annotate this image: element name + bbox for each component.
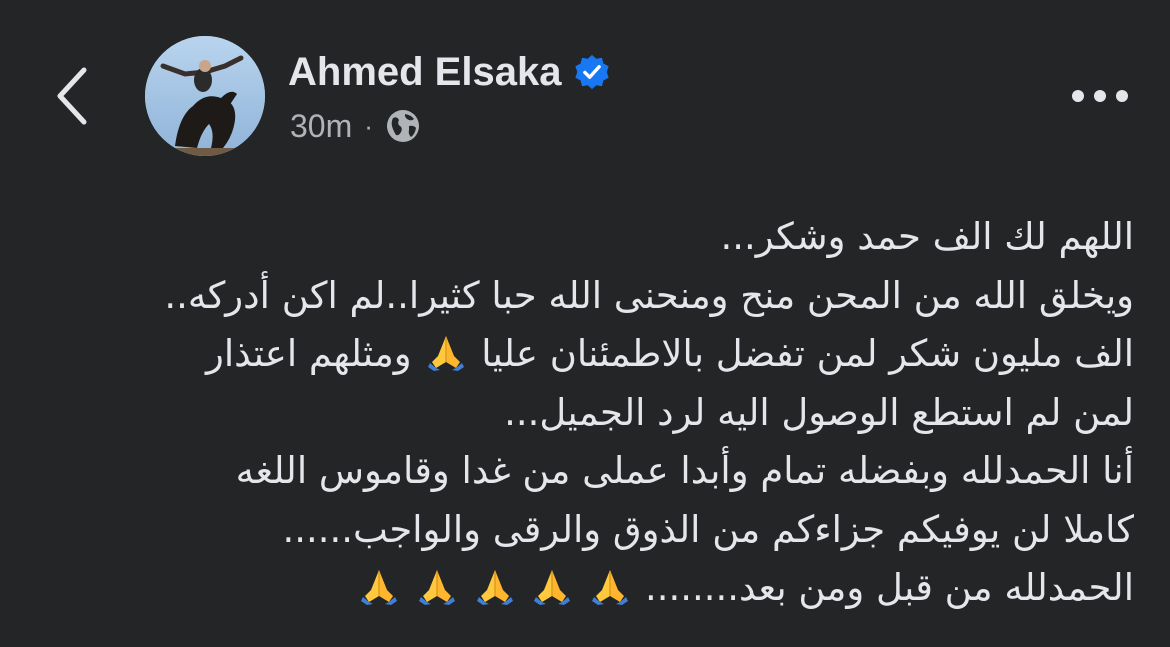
folded-hands-emoji	[356, 566, 402, 609]
post-text: اللهم لك الف حمد وشكر... ويخلق الله من ا…	[40, 208, 1134, 618]
post-line: لمن لم استطع الوصول اليه لرد الجميل...	[40, 384, 1134, 443]
globe-icon[interactable]	[385, 108, 421, 144]
post-line-text: أنا الحمدلله وبفضله تمام وأبدا عملى من غ…	[235, 449, 1134, 492]
post-line: الف مليون شكر لمن تفضل بالاطمئنان عليا و…	[40, 325, 1134, 384]
more-options-button[interactable]	[1060, 72, 1140, 120]
verified-badge-icon	[575, 54, 610, 90]
post-meta: 30m ·	[290, 104, 421, 148]
more-dots-icon	[1072, 90, 1128, 102]
author-name-text: Ahmed Elsaka	[288, 50, 562, 94]
post-line: اللهم لك الف حمد وشكر...	[40, 208, 1134, 267]
post-line-text: ومثلهم اعتذار	[206, 332, 412, 375]
folded-hands-emoji	[587, 566, 633, 609]
post-line-text: كاملا لن يوفيكم جزاءكم من الذوق والرقى و…	[282, 507, 1134, 551]
timestamp[interactable]: 30m	[290, 104, 352, 148]
post-line-text: الحمدلله من قبل ومن بعد........	[644, 566, 1134, 609]
folded-hands-emoji	[472, 566, 518, 609]
chevron-left-icon	[57, 67, 87, 125]
folded-hands-emoji	[423, 332, 469, 375]
post-view: Ahmed Elsaka 30m · اللهم لك الف حمد وشكر…	[0, 0, 1170, 647]
back-button[interactable]	[40, 60, 104, 132]
post-line: الحمدلله من قبل ومن بعد........	[40, 559, 1134, 618]
post-line-text: لمن لم استطع الوصول اليه لرد الجميل...	[504, 390, 1134, 434]
avatar[interactable]	[145, 36, 265, 156]
post-line-text: ويخلق الله من المحن منح ومنحنى الله حبا …	[164, 273, 1134, 317]
post-line: أنا الحمدلله وبفضله تمام وأبدا عملى من غ…	[40, 442, 1134, 501]
author-name[interactable]: Ahmed Elsaka	[288, 46, 611, 98]
meta-separator: ·	[364, 111, 373, 141]
post-line-text: اللهم لك الف حمد وشكر...	[720, 215, 1134, 258]
post-line-text: الف مليون شكر لمن تفضل بالاطمئنان عليا	[481, 332, 1134, 375]
avatar-photo	[145, 36, 265, 156]
folded-hands-emoji	[414, 566, 460, 609]
folded-hands-emoji	[529, 566, 575, 609]
post-line: كاملا لن يوفيكم جزاءكم من الذوق والرقى و…	[40, 501, 1134, 560]
post-line: ويخلق الله من المحن منح ومنحنى الله حبا …	[40, 267, 1134, 326]
